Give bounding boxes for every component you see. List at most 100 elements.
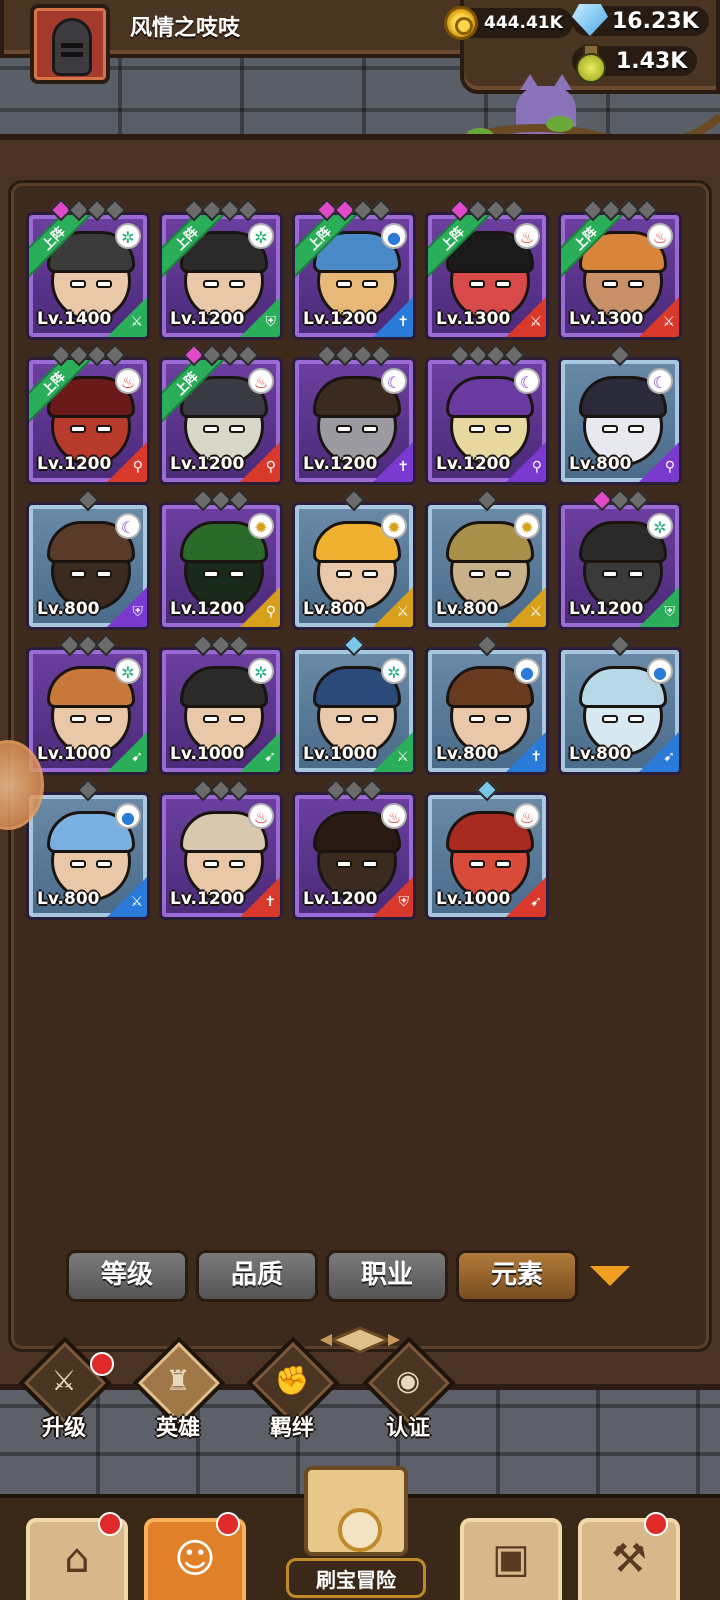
gold-counter[interactable]: 444.41K <box>444 6 573 40</box>
hero-card[interactable]: 上阵 ♨ ⚔ Lv.1300 <box>558 212 682 340</box>
hero-star-rank <box>558 198 682 222</box>
tab-level[interactable]: 等级 <box>66 1250 188 1302</box>
hero-card[interactable]: ● ➹ Lv.800 <box>558 647 682 775</box>
hero-card[interactable]: ✲ ⚔ Lv.1000 <box>292 647 416 775</box>
hero-card[interactable]: ☾ ⚲ Lv.1200 <box>425 357 549 485</box>
bottom-nav-shop[interactable]: ⌂ <box>22 1512 132 1600</box>
rank-diamond-icon <box>369 198 393 222</box>
notification-dot <box>90 1352 114 1376</box>
hero-card[interactable]: 上阵 ● ✝ Lv.1200 <box>292 212 416 340</box>
wind-element-icon: ✲ <box>115 658 141 684</box>
sort-dropdown-icon[interactable] <box>590 1266 630 1286</box>
rank-diamond-icon <box>227 633 251 657</box>
hero-card[interactable]: ✹ ⚔ Lv.800 <box>292 502 416 630</box>
hero-star-rank <box>425 198 549 222</box>
hero-eye <box>602 280 618 288</box>
hero-card[interactable]: ✲ ⛨ Lv.1200 <box>558 502 682 630</box>
gold-amount: 444.41K <box>484 13 563 33</box>
hero-star-rank <box>558 488 682 512</box>
hero-card[interactable]: 上阵 ✲ ⛨ Lv.1200 <box>159 212 283 340</box>
tab-element[interactable]: 元素 <box>456 1250 578 1302</box>
hero-level: Lv.1200 <box>170 599 245 619</box>
player-avatar[interactable] <box>30 4 110 84</box>
hero-eye <box>70 570 86 578</box>
treasure-adventure-button[interactable]: 刷宝冒险 <box>286 1466 426 1600</box>
hero-star-rank <box>292 343 416 367</box>
backpack-icon: ▣ <box>492 1536 530 1582</box>
hero-eye <box>229 570 245 578</box>
hero-card[interactable]: ✹ ⚲ Lv.1200 <box>159 502 283 630</box>
hammer-icon: ⚒ <box>611 1536 647 1582</box>
hero-eye <box>628 425 644 433</box>
hero-card[interactable]: ♨ ➹ Lv.1000 <box>425 792 549 920</box>
wind-element-icon: ✲ <box>381 658 407 684</box>
hero-card[interactable]: ✹ ⚔ Lv.800 <box>425 502 549 630</box>
hero-star-rank <box>159 633 283 657</box>
hero-card[interactable]: ☾ ✝ Lv.1200 <box>292 357 416 485</box>
hero-card[interactable]: ☾ ⚲ Lv.800 <box>558 357 682 485</box>
hero-eye <box>203 860 219 868</box>
hero-card[interactable]: ● ✝ Lv.800 <box>425 647 549 775</box>
hero-eye <box>96 425 112 433</box>
tab-quality[interactable]: 品质 <box>196 1250 318 1302</box>
subnav-heroes[interactable]: ♜ 英雄 <box>128 1336 228 1442</box>
hero-star-rank <box>159 343 283 367</box>
hero-eye <box>336 860 352 868</box>
subnav-upgrade[interactable]: ⚔ 升级 <box>14 1336 114 1442</box>
hero-card[interactable]: 上阵 ♨ ⚔ Lv.1300 <box>425 212 549 340</box>
hero-eye <box>495 570 511 578</box>
water-element-icon: ● <box>647 658 673 684</box>
subnav-certify[interactable]: ◉ 认证 <box>358 1336 458 1442</box>
hero-eye <box>336 570 352 578</box>
hero-card[interactable]: ♨ ⛨ Lv.1200 <box>292 792 416 920</box>
hero-star-rank <box>558 343 682 367</box>
hero-level: Lv.1300 <box>436 309 511 329</box>
tab-class[interactable]: 职业 <box>326 1250 448 1302</box>
hero-star-rank <box>425 633 549 657</box>
rank-diamond-icon <box>103 343 127 367</box>
rank-diamond-icon <box>608 343 632 367</box>
game-screen: 风情之吱吱 444.41K 16.23K 1.43K 上阵 ✲ ⚔ Lv.1400 上阵… <box>0 0 720 1600</box>
hero-eye <box>336 715 352 723</box>
bottom-nav-inventory[interactable]: ▣ <box>456 1514 566 1600</box>
rank-diamond-icon <box>236 343 260 367</box>
hero-avatar-icon: ☺ <box>174 1536 216 1582</box>
top-bar: 风情之吱吱 444.41K 16.23K 1.43K <box>0 0 720 96</box>
bottom-nav-heroes[interactable]: ☺ <box>140 1512 250 1600</box>
subnav-bonds[interactable]: ✊ 羁绊 <box>242 1336 342 1442</box>
hero-card[interactable]: 上阵 ♨ ⚲ Lv.1200 <box>159 357 283 485</box>
hero-eye <box>336 280 352 288</box>
potion-amount: 1.43K <box>616 48 688 74</box>
filter-tabs: 等级 品质 职业 元素 <box>66 1250 578 1302</box>
hero-eye <box>96 570 112 578</box>
hero-eye <box>336 425 352 433</box>
bottom-nav-forge[interactable]: ⚒ <box>574 1512 684 1600</box>
water-element-icon: ● <box>381 223 407 249</box>
gem-counter[interactable]: 16.23K <box>572 4 709 38</box>
wind-element-icon: ✲ <box>248 658 274 684</box>
hero-card[interactable]: ● ⚔ Lv.800 <box>26 792 150 920</box>
hero-card[interactable]: 上阵 ♨ ⚲ Lv.1200 <box>26 357 150 485</box>
potion-counter[interactable]: 1.43K <box>572 44 698 83</box>
light-element-icon: ✹ <box>381 513 407 539</box>
hero-eye <box>469 280 485 288</box>
hero-star-rank <box>292 488 416 512</box>
hero-eye <box>495 860 511 868</box>
hero-eye <box>229 280 245 288</box>
rank-diamond-icon <box>475 488 499 512</box>
rank-diamond-icon <box>76 778 100 802</box>
hero-card[interactable]: 上阵 ✲ ⚔ Lv.1400 <box>26 212 150 340</box>
hero-card[interactable]: ✲ ➹ Lv.1000 <box>26 647 150 775</box>
fire-element-icon: ♨ <box>514 803 540 829</box>
handshake-icon: ✊ <box>274 1364 310 1397</box>
hero-level: Lv.800 <box>436 744 499 764</box>
hero-card[interactable]: ☾ ⛨ Lv.800 <box>26 502 150 630</box>
subnav-bonds-label: 羁绊 <box>269 1416 314 1441</box>
hero-card[interactable]: ✲ ➹ Lv.1000 <box>159 647 283 775</box>
shop-icon: ⌂ <box>64 1536 90 1582</box>
hero-level: Lv.1200 <box>303 454 378 474</box>
gem-amount: 16.23K <box>612 8 699 34</box>
adventure-label: 刷宝冒险 <box>316 1568 396 1592</box>
hero-card[interactable]: ♨ ✝ Lv.1200 <box>159 792 283 920</box>
hero-level: Lv.1200 <box>303 309 378 329</box>
